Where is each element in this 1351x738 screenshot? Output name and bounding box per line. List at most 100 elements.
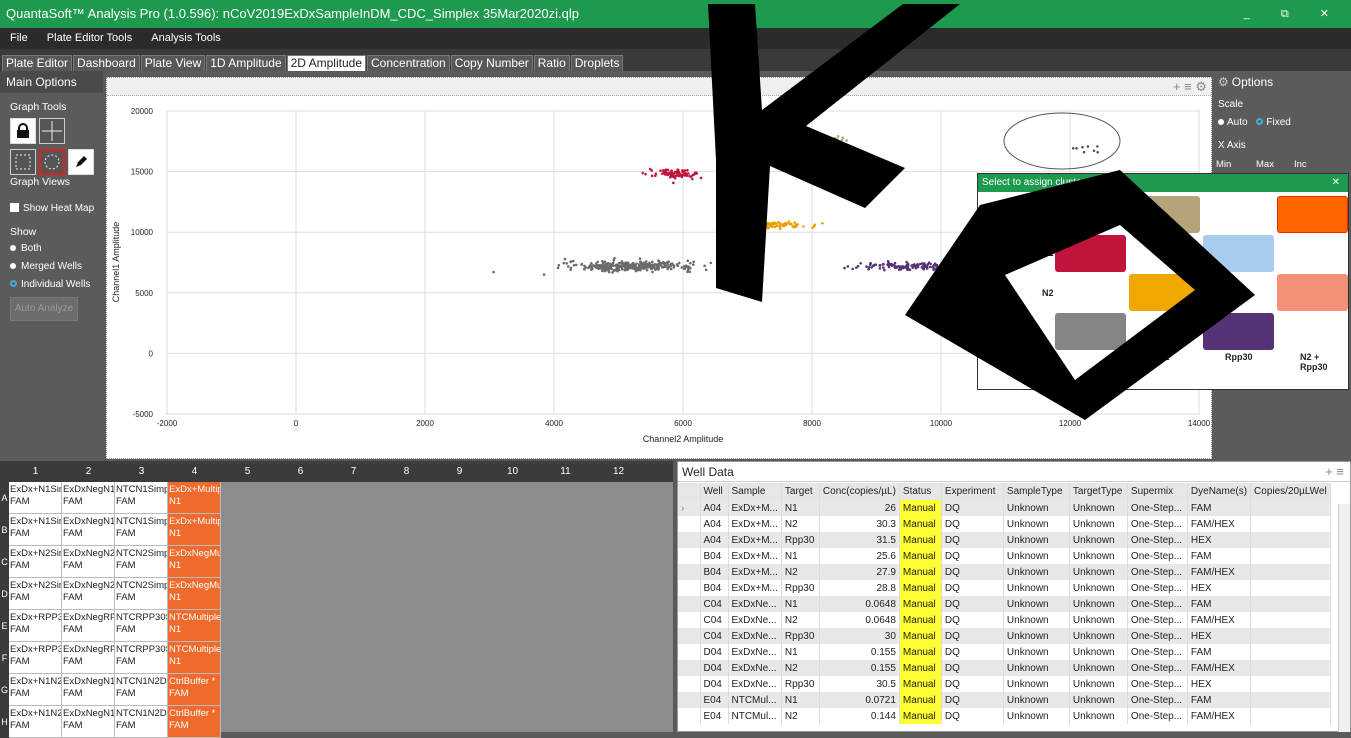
column-header[interactable]: Conc(copies/µL) — [819, 483, 900, 500]
cluster-swatch-lightblue[interactable] — [1203, 235, 1274, 272]
tab-2d-amplitude[interactable]: 2D Amplitude — [286, 55, 366, 71]
plate-well[interactable]: ExDx+Multip N1 — [168, 482, 221, 514]
table-row[interactable]: E04 NTCMul... N2 0.144 Manual DQ Unknown Unknow… — [678, 708, 1331, 724]
plate-well[interactable]: CtrlBuffer * FAM — [168, 674, 221, 706]
table-row[interactable]: › A04 ExDx+M... N1 26 Manual DQ Unknown Unknown O… — [678, 500, 1331, 516]
table-row[interactable]: D04 ExDxNe... Rpp30 30.5 Manual DQ Unknown Unkn… — [678, 676, 1331, 692]
plate-column-header[interactable]: 12 — [592, 466, 645, 477]
plate-well[interactable]: ExDx+Multip N1 — [168, 514, 221, 546]
plate-well[interactable]: ExDx+RPP30FAM — [9, 610, 62, 642]
plate-column-header[interactable]: 2 — [62, 466, 115, 477]
cluster-swatch-salmon[interactable] — [1277, 274, 1348, 311]
plate-well[interactable]: NTCN2Simp FAM — [115, 578, 168, 610]
column-header[interactable]: SampleType — [1003, 483, 1070, 500]
plate-row-header[interactable]: E — [0, 610, 9, 642]
radio-selected-icon[interactable] — [1256, 118, 1264, 125]
window-controls[interactable]: _ ⧉ ✕ — [1244, 0, 1343, 28]
plate-well[interactable]: NTCN1N2D FAM — [115, 706, 168, 738]
table-row[interactable]: D04 ExDxNe... N2 0.155 Manual DQ Unknown Unknow… — [678, 660, 1331, 676]
menu-file[interactable]: File — [10, 32, 28, 44]
plate-well[interactable]: ExDx+N1N2 FAM — [9, 706, 62, 738]
plate-column-header[interactable]: 8 — [380, 466, 433, 477]
radio-individual-wells[interactable]: Individual Wells — [10, 279, 90, 290]
plate-well[interactable]: ExDxNegN2 FAM — [62, 546, 115, 578]
plate-well[interactable]: ExDxNegRP FAM — [62, 642, 115, 674]
cluster-swatch-gray[interactable] — [1055, 313, 1126, 350]
row-selector[interactable] — [678, 660, 701, 676]
cluster-swatch-orange[interactable] — [1277, 196, 1348, 233]
lock-tool-button[interactable] — [10, 118, 36, 144]
plate-column-header[interactable]: 3 — [115, 466, 168, 477]
plate-well[interactable]: NTCRPP30S FAM — [115, 642, 168, 674]
plate-well[interactable]: ExDx+N1Sin FAM — [9, 482, 62, 514]
table-row[interactable]: C04 ExDxNe... N1 0.0648 Manual DQ Unknown Unkno… — [678, 596, 1331, 612]
plate-well[interactable]: NTCN1Simp FAM — [115, 482, 168, 514]
row-selector[interactable] — [678, 532, 701, 548]
column-header[interactable]: DyeName(s) — [1187, 483, 1252, 500]
plate-well[interactable]: ExDxNegN1 FAM — [62, 482, 115, 514]
column-header[interactable]: Copies/20µLWel — [1250, 483, 1331, 500]
table-row[interactable]: A04 ExDx+M... Rpp30 31.5 Manual DQ Unknown Unkn… — [678, 532, 1331, 548]
row-selector[interactable] — [678, 564, 701, 580]
tab-copy-number[interactable]: Copy Number — [450, 55, 533, 71]
plate-column-header[interactable]: 11 — [539, 466, 592, 477]
column-header[interactable]: Sample — [728, 483, 782, 500]
plate-column-header[interactable]: 1 — [9, 466, 62, 477]
radio-merged-wells[interactable]: Merged Wells — [10, 261, 82, 272]
plate-well[interactable]: ExDx+N2Sin FAM — [9, 546, 62, 578]
column-header[interactable]: Status — [899, 483, 942, 500]
table-row[interactable]: D04 ExDxNe... N1 0.155 Manual DQ Unknown Unknow… — [678, 644, 1331, 660]
plate-row-header[interactable]: B — [0, 514, 9, 546]
graph-toolbar-icons[interactable]: + ≡ ⚙ — [1173, 79, 1207, 95]
cluster-swatch-rpp30[interactable] — [1203, 313, 1274, 350]
menu-analysis-tools[interactable]: Analysis Tools — [151, 32, 221, 44]
vertical-scrollbar[interactable] — [1338, 504, 1350, 732]
plate-well[interactable]: NTCRPP30S FAM — [115, 610, 168, 642]
plate-well[interactable]: ExDx+RPP30FAM — [9, 642, 62, 674]
plate-row-header[interactable]: D — [0, 578, 9, 610]
table-row[interactable]: C04 ExDxNe... N2 0.0648 Manual DQ Unknown Unkno… — [678, 612, 1331, 628]
tab-droplets[interactable]: Droplets — [570, 55, 624, 71]
tab-plate-editor[interactable]: Plate Editor — [2, 55, 73, 71]
crosshair-tool-button[interactable] — [39, 118, 65, 144]
table-row[interactable]: B04 ExDx+M... N1 25.6 Manual DQ Unknown Unknown… — [678, 548, 1331, 564]
add-column-icon[interactable]: + ≡ — [1325, 464, 1344, 479]
column-header[interactable]: Experiment — [941, 483, 1004, 500]
plate-well[interactable]: CtrlBuffer * FAM — [168, 706, 221, 738]
tab-1d-amplitude[interactable]: 1D Amplitude — [206, 55, 286, 71]
plate-row-header[interactable]: F — [0, 642, 9, 674]
plate-column-header[interactable]: 4 — [168, 466, 221, 477]
plate-well[interactable]: ExDxNegN1 FAM — [62, 706, 115, 738]
plate-well[interactable]: ExDx+N1N2 FAM — [9, 674, 62, 706]
plate-column-header[interactable]: 7 — [327, 466, 380, 477]
column-header[interactable]: TargetType — [1069, 483, 1128, 500]
plate-well[interactable]: ExDxNegN2 FAM — [62, 578, 115, 610]
row-selector[interactable] — [678, 628, 701, 644]
plate-well[interactable]: NTCN1N2D FAM — [115, 674, 168, 706]
plate-row-header[interactable]: A — [0, 482, 9, 514]
tab-ratio[interactable]: Ratio — [533, 55, 570, 71]
table-row[interactable]: C04 ExDxNe... Rpp30 30 Manual DQ Unknown Unknow… — [678, 628, 1331, 644]
table-row[interactable]: A04 ExDx+M... N2 30.3 Manual DQ Unknown Unknown… — [678, 516, 1331, 532]
tab-dashboard[interactable]: Dashboard — [73, 55, 140, 71]
ellipse-select-button[interactable] — [39, 149, 65, 175]
row-selector[interactable] — [678, 644, 701, 660]
plate-well[interactable]: ExDxNegMu N1 — [168, 578, 221, 610]
row-selector[interactable] — [678, 516, 701, 532]
plate-column-header[interactable]: 6 — [274, 466, 327, 477]
column-header[interactable]: Supermix — [1127, 483, 1188, 500]
tab-plate-view[interactable]: Plate View — [140, 55, 206, 71]
show-heat-map-checkbox[interactable]: Show Heat Map — [10, 203, 94, 214]
row-selector[interactable] — [678, 548, 701, 564]
auto-analyze-button[interactable]: Auto Analyze — [10, 297, 78, 321]
plate-column-header[interactable]: 9 — [433, 466, 486, 477]
plate-well[interactable]: ExDxNegRP FAM — [62, 610, 115, 642]
plate-well[interactable]: NTCN1Simp FAM — [115, 514, 168, 546]
close-icon[interactable]: ✕ — [1332, 174, 1340, 192]
cluster-swatch-n2n1[interactable] — [1129, 196, 1200, 233]
plate-well[interactable]: ExDxNegN1 FAM — [62, 674, 115, 706]
cluster-swatch-n2[interactable] — [1129, 274, 1200, 311]
column-header[interactable]: Well — [700, 483, 729, 500]
plate-row-header[interactable]: C — [0, 546, 9, 578]
plate-row-header[interactable]: H — [0, 706, 9, 738]
